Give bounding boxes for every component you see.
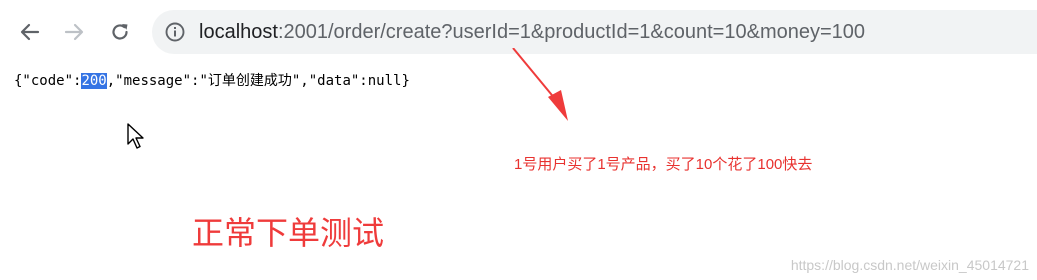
url-path: :2001/order/create?userId=1&productId=1&… [277,21,866,43]
reload-icon [112,24,128,40]
arrow-right-icon [64,23,84,41]
annotation-note: 1号用户买了1号产品，买了10个花了100快去 [514,156,813,173]
reload-button[interactable] [102,14,138,50]
url-host: localhost [199,21,278,43]
selected-code-value: 200 [81,73,107,89]
json-response: {"code":200,"message":"订单创建成功","data":nu… [14,70,410,92]
back-button[interactable] [12,14,48,50]
json-text-end: ,"message":"订单创建成功","data":null} [106,73,410,89]
mouse-cursor-icon [127,123,144,149]
address-bar[interactable]: localhost:2001/order/create?userId=1&pro… [152,10,1037,54]
arrow-left-icon [20,23,40,41]
annotation-arrow-icon [512,48,568,121]
watermark: https://blog.csdn.net/weixin_45014721 [790,257,1029,273]
annotation-title: 正常下单测试 [192,214,385,252]
json-text-start: {"code": [14,73,82,89]
info-icon[interactable] [164,21,186,43]
forward-button[interactable] [56,14,92,50]
